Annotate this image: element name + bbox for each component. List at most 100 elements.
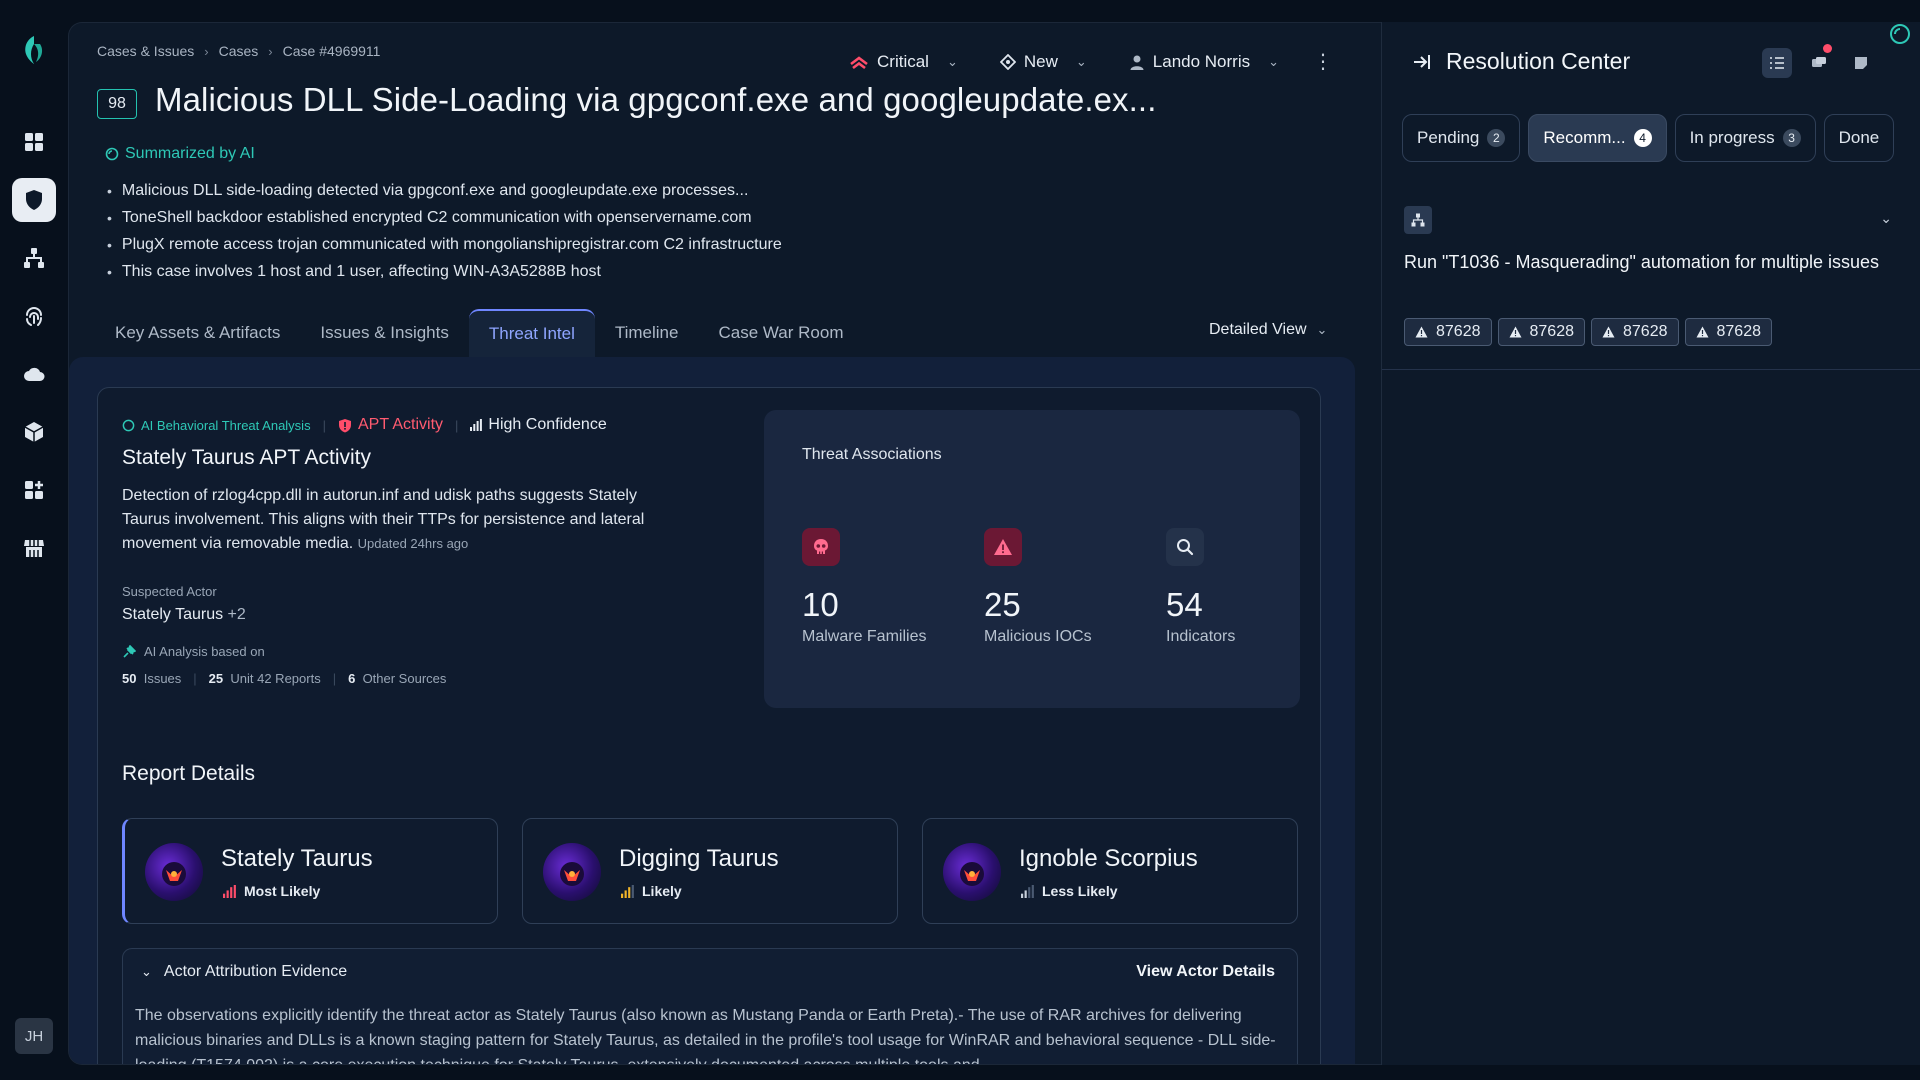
suspected-actor-more[interactable]: +2 [228,606,246,623]
tab-threat-intel[interactable]: Threat Intel [468,309,595,357]
status-value: New [1023,51,1058,71]
collapse-panel-icon[interactable] [1412,53,1432,71]
breadcrumb-item-cases-issues[interactable]: Cases & Issues [97,43,194,59]
actor-likelihood: Likely [621,883,682,899]
actor-name: Digging Taurus [619,845,779,872]
signal-bars-icon [470,419,483,431]
threat-analysis-card: AI Behavioral Threat Analysis | APT Acti… [97,387,1321,1064]
warning-icon [1509,326,1521,338]
warning-icon [1696,326,1708,338]
resolution-tabs: Pending 2 Recomm... 4 In progress 3 Done [1402,114,1895,162]
issue-chip[interactable]: 87628 [1404,318,1492,346]
nav-identity[interactable] [12,294,56,338]
chevron-down-icon: ⌄ [1075,53,1087,69]
issue-chip[interactable]: 87628 [1591,318,1679,346]
analysis-description: Detection of rzlog4cpp.dll in autorun.in… [122,484,682,556]
tab-done[interactable]: Done [1823,114,1895,162]
threat-associations-panel: Threat Associations 10 Malware Families [764,410,1300,708]
suspected-actor: Stately Taurus +2 [122,606,246,624]
tab-in-progress[interactable]: In progress 3 [1674,114,1816,162]
stat-label: Indicators [1166,628,1236,645]
stat-malware-families[interactable]: 10 Malware Families [802,528,962,646]
evidence-toggle[interactable]: ⌄ Actor Attribution Evidence [141,963,347,981]
list-view-button[interactable] [1762,48,1792,78]
network-icon [24,248,44,268]
nav-apps[interactable] [12,468,56,512]
tab-pending[interactable]: Pending 2 [1402,114,1521,162]
issue-chip-id: 87628 [1623,323,1668,340]
source-unit42: 25 Unit 42 Reports [209,671,321,686]
signal-bars-icon [621,884,634,898]
resolution-center-panel: Resolution Center Pending 2 Recomm... 4 … [1381,22,1920,1065]
stat-value: 25 [984,586,1021,623]
actor-card-ignoble-scorpius[interactable]: Ignoble Scorpius Less Likely [922,818,1298,924]
case-tabs: Key Assets & Artifacts Issues & Insights… [95,309,863,357]
user-avatar[interactable]: JH [15,1018,53,1054]
stat-malicious-iocs[interactable]: 25 Malicious IOCs [984,528,1144,646]
nav-assets[interactable] [12,410,56,454]
stat-label: Malware Families [802,628,927,645]
nav-cases[interactable] [12,178,56,222]
tab-count: 4 [1633,129,1652,147]
stat-value: 54 [1166,586,1203,623]
nav-cloud[interactable] [12,352,56,396]
nav-marketplace[interactable] [12,526,56,570]
source-count: 6 [348,671,356,686]
dashboard-icon [25,133,43,151]
assistant-icon[interactable] [1888,22,1912,46]
note-icon [1855,57,1867,69]
signal-bars-icon [223,884,236,898]
actor-likelihood-text: Most Likely [244,883,321,899]
divider: | [322,417,326,433]
notes-button[interactable] [1846,48,1876,78]
analysis-updated: Updated 24hrs ago [357,536,469,551]
actor-card-digging-taurus[interactable]: Digging Taurus Likely [522,818,898,924]
confidence-text: High Confidence [488,416,607,433]
ai-summary-text: Summarized by AI [125,145,255,162]
tab-label: Done [1838,128,1880,147]
view-selector[interactable]: Detailed View ⌄ [1209,321,1327,339]
issue-chip-id: 87628 [1436,323,1481,340]
more-options-icon[interactable]: ⋮ [1313,49,1333,74]
chevron-down-icon: ⌄ [1316,322,1328,337]
ai-summary-label: Summarized by AI [105,145,255,163]
actor-likelihood: Most Likely [223,883,320,899]
recommendation-item[interactable]: ⌄ Run "T1036 - Masquerading" automation … [1382,190,1920,370]
list-icon [1770,57,1784,69]
breadcrumb-separator: › [268,43,273,59]
logo-icon[interactable] [20,34,48,66]
user-icon [1130,55,1144,70]
status-dropdown[interactable]: New ⌄ [999,51,1087,72]
tab-timeline[interactable]: Timeline [595,309,699,357]
chat-button[interactable] [1804,44,1834,78]
tab-case-war-room[interactable]: Case War Room [698,309,863,357]
issue-chip[interactable]: 87628 [1497,318,1585,346]
warning-icon [1602,326,1615,338]
severity-dropdown[interactable]: Critical ⌄ [849,52,958,72]
tab-key-assets[interactable]: Key Assets & Artifacts [95,309,300,357]
source-label: Issues [143,671,182,686]
tab-recommended[interactable]: Recomm... 4 [1528,114,1667,162]
view-actor-details-link[interactable]: View Actor Details [1136,963,1275,981]
actor-card-stately-taurus[interactable]: Stately Taurus Most Likely [122,818,498,924]
nav-dashboard[interactable] [12,120,56,164]
actor-name: Stately Taurus [221,845,373,872]
issue-chips: 87628 87628 87628 87628 [1404,318,1772,346]
tab-count: 3 [1782,129,1801,147]
analysis-sources: 50 Issues | 25 Unit 42 Reports | 6 Other… [122,671,446,686]
assignee-dropdown[interactable]: Lando Norris ⌄ [1129,52,1279,72]
summary-bullet: ToneShell backdoor established encrypted… [107,204,782,231]
stat-indicators[interactable]: 54 Indicators [1166,528,1326,646]
analysis-header: AI Behavioral Threat Analysis | APT Acti… [122,416,607,434]
tab-issues-insights[interactable]: Issues & Insights [300,309,469,357]
evidence-text: The observations explicitly identify the… [135,1007,1276,1064]
actor-avatar [543,843,601,901]
ai-based-on-text: AI Analysis based on [144,644,265,659]
fingerprint-icon [26,307,42,326]
chevron-down-icon[interactable]: ⌄ [1880,210,1892,227]
nav-network[interactable] [12,236,56,280]
issue-chip-id: 87628 [1716,323,1762,340]
issue-chip[interactable]: 87628 [1684,318,1772,346]
breadcrumb-item-cases[interactable]: Cases [219,43,259,59]
assignee-value: Lando Norris [1152,51,1251,71]
